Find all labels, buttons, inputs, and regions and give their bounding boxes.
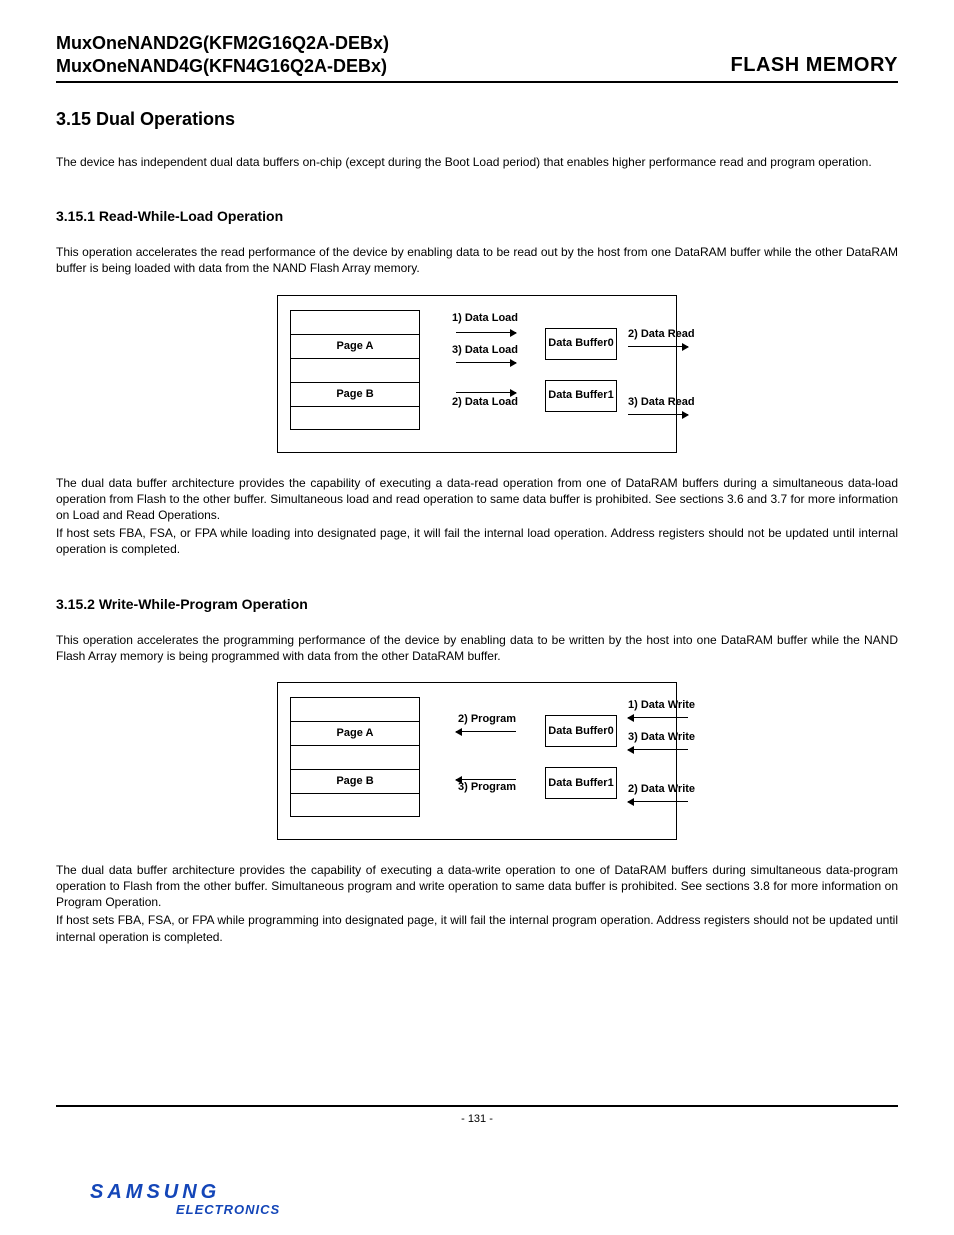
d2-data-buffer-0: Data Buffer0 [545, 715, 617, 747]
d2-buf0-label: Data Buffer0 [548, 725, 613, 738]
sub1-p1: This operation accelerates the read perf… [56, 244, 898, 276]
section-title: 3.15 Dual Operations [56, 109, 898, 130]
sub2-p1: This operation accelerates the programmi… [56, 632, 898, 664]
d1-label-load3: 3) Data Load [452, 344, 518, 356]
header-line1: MuxOneNAND2G(KFM2G16Q2A-DEBx) [56, 32, 389, 55]
section-intro: The device has independent dual data buf… [56, 154, 898, 170]
d2-label-prog2: 2) Program [458, 713, 516, 725]
d1-arrow-load1 [456, 332, 516, 333]
sub1-p2: The dual data buffer architecture provid… [56, 475, 898, 524]
d2-arrow-write2 [628, 801, 688, 802]
page-a-label: Page A [337, 340, 374, 353]
data-buffer-1: Data Buffer1 [545, 380, 617, 412]
logo: SAMSUNG ELECTRONICS [90, 1181, 280, 1217]
mem-row-blank-top [290, 310, 420, 334]
header-left: MuxOneNAND2G(KFM2G16Q2A-DEBx) MuxOneNAND… [56, 32, 389, 77]
d2-arrow-write1 [628, 717, 688, 718]
footer-rule [56, 1105, 898, 1107]
d2-page-a-label: Page A [337, 727, 374, 740]
header-line2: MuxOneNAND4G(KFN4G16Q2A-DEBx) [56, 55, 389, 78]
sub2-p2: The dual data buffer architecture provid… [56, 862, 898, 911]
d2-arrow-prog2 [456, 731, 516, 732]
mem-row-blank-mid [290, 358, 420, 382]
d1-arrow-load3 [456, 362, 516, 363]
d1-label-read2: 2) Data Read [628, 328, 695, 340]
subsection-2-title: 3.15.2 Write-While-Program Operation [56, 596, 898, 612]
d2-mem-row-page-b: Page B [290, 769, 420, 793]
d2-data-buffer-1: Data Buffer1 [545, 767, 617, 799]
d1-arrow-load2 [456, 392, 516, 393]
page-b-label: Page B [336, 388, 373, 401]
diagram-write-while-program: Page A Page B Data Buffer0 Data Buffer1 … [277, 682, 677, 840]
mem-row-blank-bot [290, 406, 420, 430]
d1-label-load1: 1) Data Load [452, 312, 518, 324]
sub1-p3: If host sets FBA, FSA, or FPA while load… [56, 525, 898, 557]
d2-label-write1: 1) Data Write [628, 699, 695, 711]
page: MuxOneNAND2G(KFM2G16Q2A-DEBx) MuxOneNAND… [0, 0, 954, 1235]
d2-arrow-write3 [628, 749, 688, 750]
sub2-p3: If host sets FBA, FSA, or FPA while prog… [56, 912, 898, 944]
d1-label-load2: 2) Data Load [452, 396, 518, 408]
mem-row-page-b: Page B [290, 382, 420, 406]
d2-mem-row-blank-bot [290, 793, 420, 817]
header-right: FLASH MEMORY [731, 54, 898, 77]
d2-page-b-label: Page B [336, 775, 373, 788]
diagram-2-wrap: Page A Page B Data Buffer0 Data Buffer1 … [56, 682, 898, 840]
page-header: MuxOneNAND2G(KFM2G16Q2A-DEBx) MuxOneNAND… [56, 32, 898, 83]
buf0-label: Data Buffer0 [548, 337, 613, 350]
d2-label-write2: 2) Data Write [628, 783, 695, 795]
d1-arrow-read3 [628, 414, 688, 415]
buf1-label: Data Buffer1 [548, 389, 613, 402]
d2-mem-row-blank-top [290, 697, 420, 721]
d2-buf1-label: Data Buffer1 [548, 777, 613, 790]
d2-mem-row-blank-mid [290, 745, 420, 769]
logo-main: SAMSUNG [90, 1181, 280, 1204]
diagram-read-while-load: Page A Page B Data Buffer0 Data Buffer1 … [277, 295, 677, 453]
d2-arrow-prog3 [456, 779, 516, 780]
d2-label-prog3: 3) Program [458, 781, 516, 793]
d1-label-read3: 3) Data Read [628, 396, 695, 408]
page-number: - 131 - [56, 1113, 898, 1125]
diagram-1-wrap: Page A Page B Data Buffer0 Data Buffer1 … [56, 295, 898, 453]
logo-oval-icon [76, 1177, 242, 1207]
subsection-1-title: 3.15.1 Read-While-Load Operation [56, 208, 898, 224]
d1-arrow-read2 [628, 346, 688, 347]
data-buffer-0: Data Buffer0 [545, 328, 617, 360]
d2-label-write3: 3) Data Write [628, 731, 695, 743]
d2-mem-row-page-a: Page A [290, 721, 420, 745]
mem-row-page-a: Page A [290, 334, 420, 358]
